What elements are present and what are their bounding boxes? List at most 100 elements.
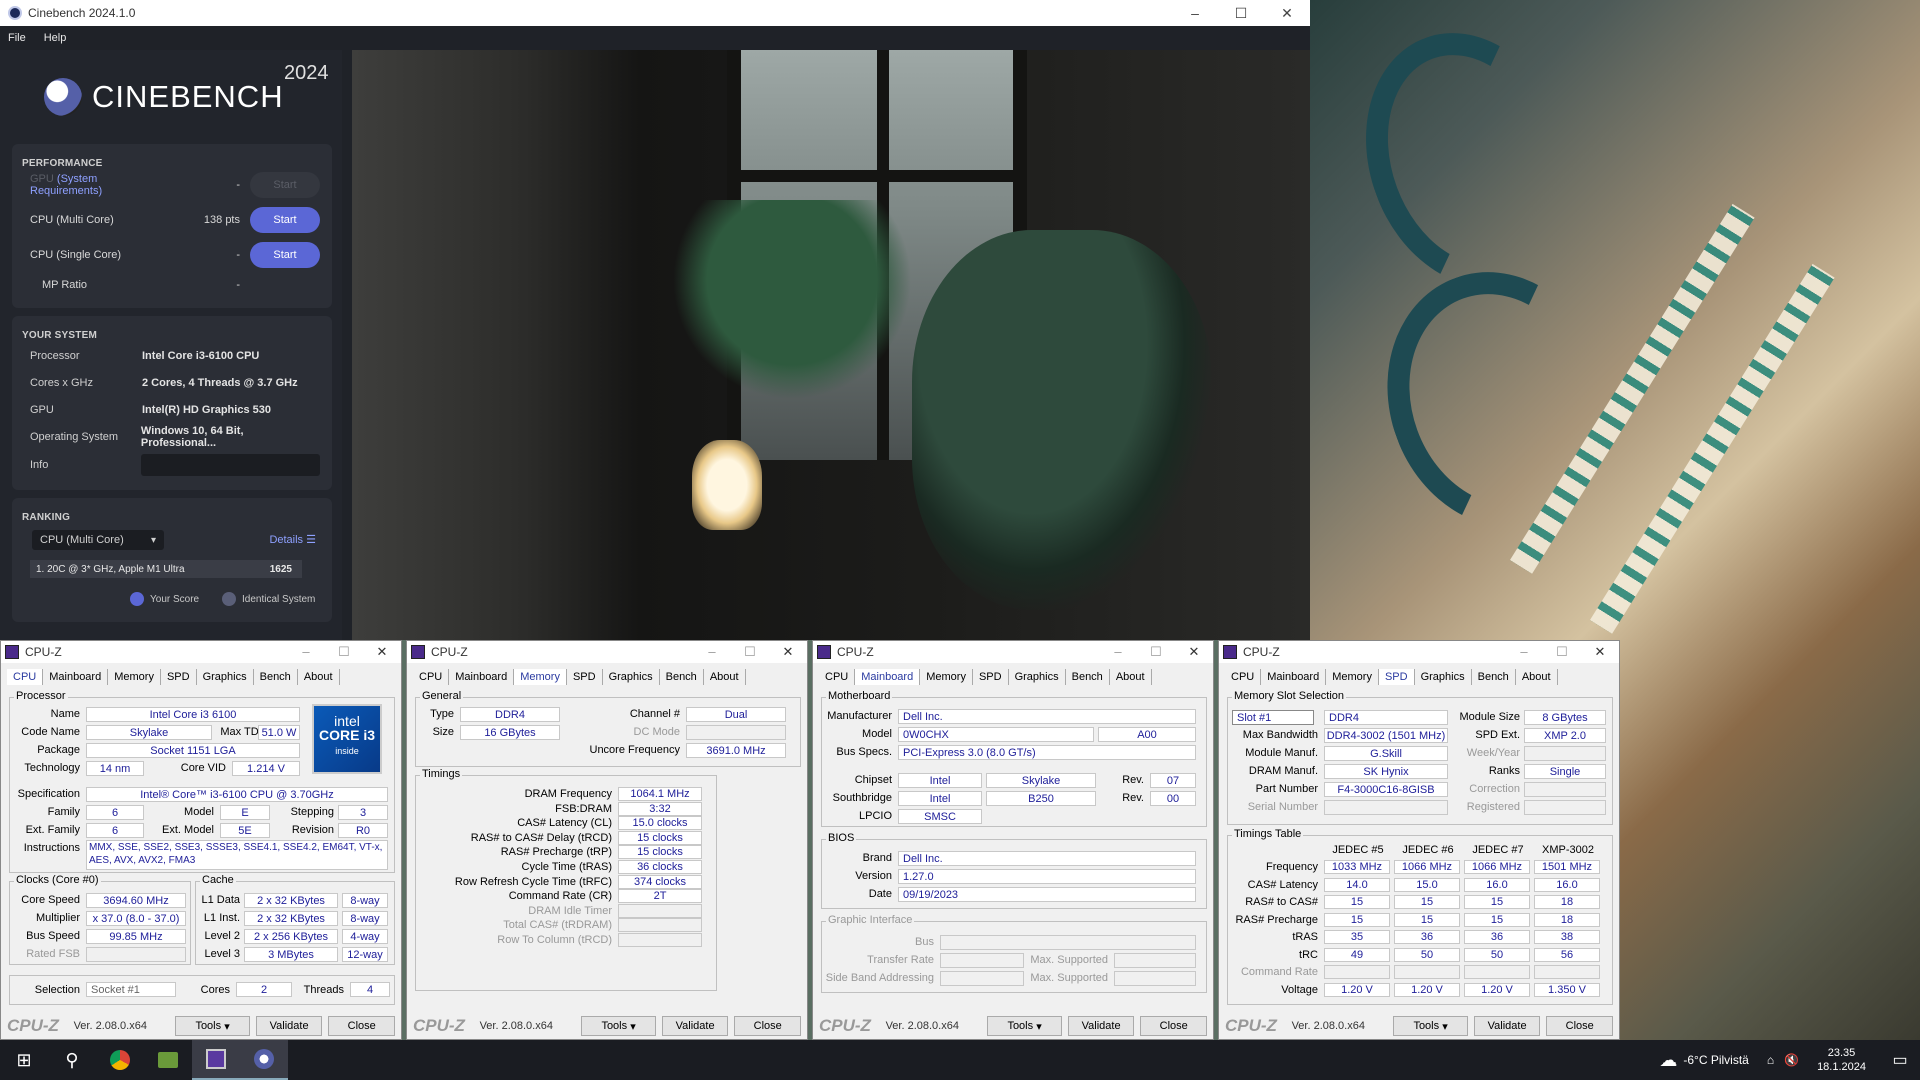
validate-button[interactable]: Validate [661, 1016, 729, 1036]
notifications-icon[interactable]: ▭ [1880, 1050, 1920, 1070]
gi-max-supported [1114, 953, 1196, 968]
cpuz-titlebar[interactable]: CPU-Z – ☐ ✕ [407, 641, 807, 663]
tools-button[interactable]: Tools ▾ [1393, 1016, 1468, 1036]
close-icon[interactable]: ✕ [769, 644, 807, 660]
field-label: Level 3 [204, 948, 240, 960]
cpuz-taskbar-icon[interactable] [192, 1040, 240, 1080]
group-title: General [420, 690, 464, 702]
close-button[interactable]: Close [328, 1016, 396, 1036]
tab-cpu[interactable]: CPU [7, 669, 44, 685]
tab-cpu[interactable]: CPU [413, 669, 450, 685]
cpuz-footer: CPU-Z Ver. 2.08.0.x64 Tools ▾ Validate C… [1, 1013, 401, 1039]
close-button[interactable]: Close [1546, 1016, 1614, 1036]
tab-bench[interactable]: Bench [660, 669, 704, 685]
info-field[interactable] [141, 454, 320, 476]
maximize-icon[interactable]: ☐ [1218, 5, 1264, 22]
chrome-icon[interactable] [96, 1040, 144, 1080]
tab-memory[interactable]: Memory [108, 669, 161, 685]
minimize-icon[interactable]: – [1505, 644, 1543, 660]
field-label: Southbridge [832, 792, 892, 804]
minimize-icon[interactable]: – [1099, 644, 1137, 660]
cinebench-titlebar[interactable]: Cinebench 2024.1.0 – ☐ ✕ [0, 0, 1310, 26]
field-label: Level 2 [204, 930, 240, 942]
maximize-icon[interactable]: ☐ [731, 644, 769, 660]
tools-button[interactable]: Tools ▾ [581, 1016, 656, 1036]
maximize-icon[interactable]: ☐ [1137, 644, 1175, 660]
tab-about[interactable]: About [1516, 669, 1558, 685]
weather-text[interactable]: -6°C Pilvistä [1683, 1053, 1748, 1067]
cpuz-titlebar[interactable]: CPU-Z – ☐ ✕ [813, 641, 1213, 663]
cinebench-taskbar-icon[interactable] [240, 1040, 288, 1080]
cpuz-window-memory: CPU-Z – ☐ ✕ CPU Mainboard Memory SPD Graph… [406, 640, 808, 1040]
ranking-dropdown[interactable]: CPU (Multi Core) [32, 530, 164, 550]
close-icon[interactable]: ✕ [1581, 644, 1619, 660]
dropdown-arrow-icon: ▾ [1442, 1020, 1448, 1033]
validate-button[interactable]: Validate [255, 1016, 323, 1036]
gi-transfer-rate [940, 953, 1024, 968]
tab-memory[interactable]: Memory [514, 669, 567, 685]
weather-cloud-icon[interactable]: ☁ [1659, 1050, 1677, 1071]
minimize-icon[interactable]: – [287, 644, 325, 660]
tab-memory[interactable]: Memory [1326, 669, 1379, 685]
clock[interactable]: 23.35 18.1.2024 [1817, 1046, 1866, 1074]
minimize-icon[interactable]: – [1172, 5, 1218, 22]
cpuz-titlebar[interactable]: CPU-Z – ☐ ✕ [1219, 641, 1619, 663]
maximize-icon[interactable]: ☐ [1543, 644, 1581, 660]
tab-bench[interactable]: Bench [1472, 669, 1516, 685]
tab-cpu[interactable]: CPU [1225, 669, 1262, 685]
tools-button[interactable]: Tools ▾ [175, 1016, 250, 1036]
search-icon[interactable]: ⚲ [48, 1040, 96, 1080]
tab-graphics[interactable]: Graphics [1415, 669, 1472, 685]
close-icon[interactable]: ✕ [363, 644, 401, 660]
tab-bench[interactable]: Bench [1066, 669, 1110, 685]
tab-graphics[interactable]: Graphics [197, 669, 254, 685]
tab-about[interactable]: About [1110, 669, 1152, 685]
close-icon[interactable]: ✕ [1264, 5, 1310, 22]
timings-cell: 15 [1324, 912, 1390, 927]
tab-spd[interactable]: SPD [973, 669, 1009, 685]
volume-mute-icon[interactable]: 🔇 [1784, 1053, 1799, 1067]
week-year [1524, 746, 1606, 761]
details-button[interactable]: Details ☰ [269, 533, 316, 546]
clock-time: 23.35 [1827, 1047, 1856, 1059]
cpuz-tabs: CPU Mainboard Memory SPD Graphics Bench … [819, 669, 1152, 685]
timing-label: Row Refresh Cycle Time (tRFC) [454, 875, 612, 888]
tab-about[interactable]: About [298, 669, 340, 685]
tab-graphics[interactable]: Graphics [603, 669, 660, 685]
tab-graphics[interactable]: Graphics [1009, 669, 1066, 685]
validate-button[interactable]: Validate [1067, 1016, 1135, 1036]
network-icon[interactable]: ⌂ [1767, 1053, 1774, 1067]
multi-core-start-button[interactable]: Start [250, 207, 320, 233]
close-button[interactable]: Close [1140, 1016, 1208, 1036]
tab-mainboard[interactable]: Mainboard [449, 669, 515, 685]
validate-button[interactable]: Validate [1473, 1016, 1541, 1036]
timings-cell: 1066 MHz [1394, 860, 1460, 874]
file-explorer-icon[interactable] [144, 1040, 192, 1080]
maximize-icon[interactable]: ☐ [325, 644, 363, 660]
single-core-start-button[interactable]: Start [250, 242, 320, 268]
tab-memory[interactable]: Memory [920, 669, 973, 685]
timings-column-header: JEDEC #7 [1472, 844, 1524, 856]
tools-button[interactable]: Tools ▾ [987, 1016, 1062, 1036]
socket-select[interactable]: Socket #1 [86, 982, 176, 997]
tab-spd[interactable]: SPD [161, 669, 197, 685]
slot-select[interactable]: Slot #1 [1232, 710, 1314, 725]
tab-mainboard[interactable]: Mainboard [855, 669, 921, 685]
ranking-row[interactable]: 1. 20C @ 3* GHz, Apple M1 Ultra 1625 [30, 560, 302, 578]
close-icon[interactable]: ✕ [1175, 644, 1213, 660]
tab-spd[interactable]: SPD [567, 669, 603, 685]
tab-about[interactable]: About [704, 669, 746, 685]
menu-help[interactable]: Help [44, 32, 67, 44]
minimize-icon[interactable]: – [693, 644, 731, 660]
tab-cpu[interactable]: CPU [819, 669, 856, 685]
group-title: Timings Table [1232, 828, 1304, 840]
field-label: Selection [34, 984, 80, 996]
tab-bench[interactable]: Bench [254, 669, 298, 685]
menu-file[interactable]: File [8, 32, 26, 44]
tab-mainboard[interactable]: Mainboard [43, 669, 109, 685]
tab-mainboard[interactable]: Mainboard [1261, 669, 1327, 685]
tab-spd[interactable]: SPD [1378, 669, 1415, 685]
cpuz-titlebar[interactable]: CPU-Z – ☐ ✕ [1, 641, 401, 663]
windows-start-icon[interactable]: ⊞ [0, 1040, 48, 1080]
close-button[interactable]: Close [734, 1016, 802, 1036]
